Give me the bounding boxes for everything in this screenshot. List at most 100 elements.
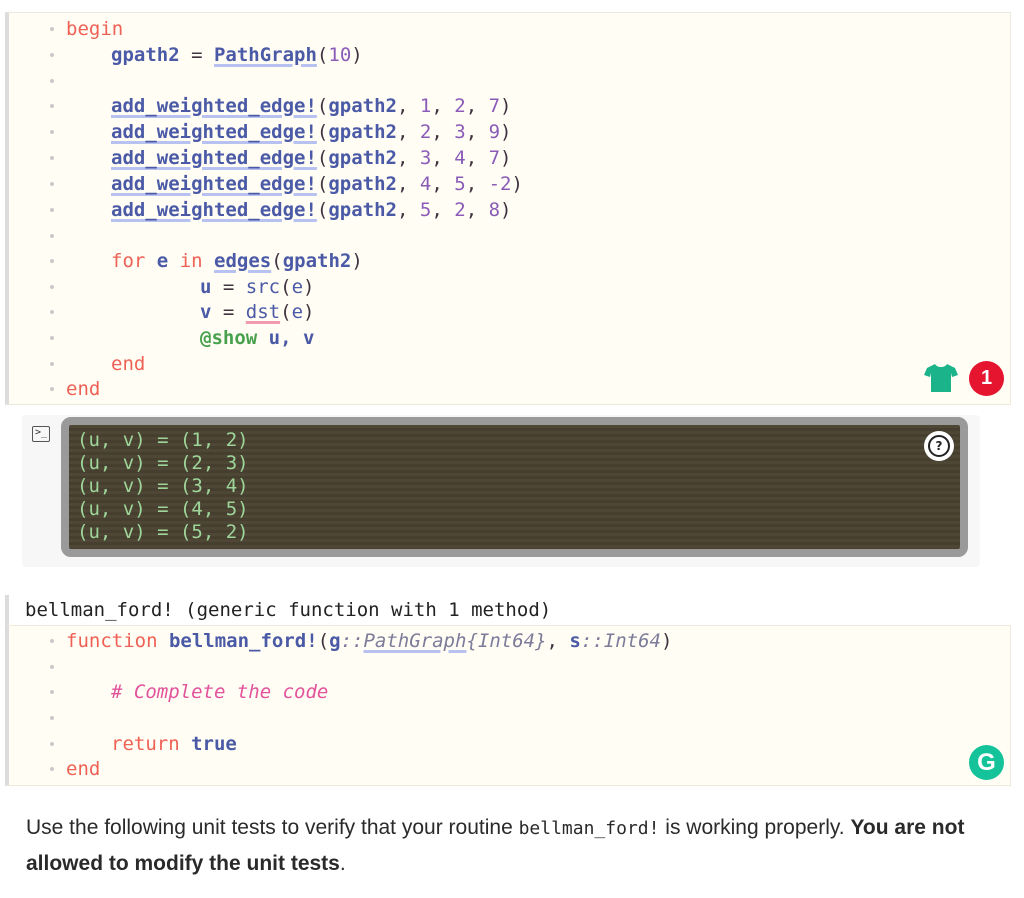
comma: , (465, 95, 489, 117)
comma: , (431, 95, 455, 117)
paren: ) (500, 121, 512, 143)
line-dot (50, 716, 54, 720)
comma: , (397, 147, 420, 169)
terminal-output: (u, v) = (1, 2) (u, v) = (2, 3) (u, v) = (… (61, 417, 968, 557)
paragraph-text: is working properly. (659, 816, 851, 839)
show-macro: @show (200, 327, 258, 349)
paren: ( (317, 630, 330, 652)
code-line: add_weighted_edge!(gpath2, 3, 4, 7) (9, 145, 1010, 171)
line-dot (50, 387, 54, 391)
number: 5 (419, 199, 432, 221)
variable: u, v (268, 327, 315, 349)
dst-link[interactable]: dst (246, 301, 280, 323)
comma: , (546, 630, 570, 652)
pathgraph-link[interactable]: PathGraph (214, 44, 317, 66)
number: 1 (419, 95, 432, 117)
grammarly-icon[interactable]: G (969, 745, 1004, 780)
paragraph-text: . (339, 852, 346, 875)
number: 4 (419, 173, 432, 195)
line-dot (50, 156, 54, 160)
function-name: bellman_ford! (168, 630, 318, 652)
line-dot (50, 259, 54, 263)
line-dot (50, 639, 54, 643)
operator: = (211, 301, 246, 323)
line-dot (50, 208, 54, 212)
notification-badge[interactable]: 1 (969, 361, 1004, 396)
terminal-icon[interactable]: >_ (32, 426, 50, 442)
paren: ( (316, 95, 329, 117)
line-dot (50, 285, 54, 289)
output-line: (u, v) = (3, 4) (77, 475, 249, 497)
line-dot (50, 336, 54, 340)
code-line: for e in edges(gpath2) (9, 248, 1010, 274)
help-button[interactable]: ? (924, 431, 954, 461)
code-line: @show u, v (9, 325, 1010, 351)
paren: ) (500, 95, 512, 117)
paren: ) (351, 250, 363, 272)
add-weighted-edge-link[interactable]: add_weighted_edge! (111, 173, 317, 195)
operator: = (211, 276, 246, 298)
comma: , (465, 147, 489, 169)
line-dot (50, 79, 54, 83)
number: 2 (419, 121, 432, 143)
number: 4 (454, 147, 466, 169)
type-param: {Int64} (466, 630, 547, 652)
number: 2 (454, 199, 466, 221)
line-dot (50, 234, 54, 238)
line-dot (50, 690, 54, 694)
paren: ) (303, 276, 315, 298)
variable: gpath2 (328, 173, 397, 195)
code-cell-2[interactable]: function bellman_ford!(g::PathGraph{Int6… (5, 625, 1011, 786)
edges-link[interactable]: edges (214, 250, 271, 272)
number: -2 (488, 173, 512, 195)
comma: , (465, 199, 489, 221)
add-weighted-edge-link[interactable]: add_weighted_edge! (111, 121, 317, 143)
paragraph-text: Use the following unit tests to verify t… (26, 816, 519, 839)
variable: gpath2 (328, 95, 397, 117)
code-line: add_weighted_edge!(gpath2, 2, 3, 9) (9, 119, 1010, 145)
output-line: (u, v) = (4, 5) (77, 498, 249, 520)
line-dot (50, 742, 54, 746)
line-dot (50, 53, 54, 57)
number: 7 (488, 147, 501, 169)
comma: , (431, 121, 455, 143)
function-signature-output: bellman_ford! (generic function with 1 m… (5, 595, 1011, 625)
code-line: add_weighted_edge!(gpath2, 5, 2, 8) (9, 197, 1010, 223)
comma: , (465, 121, 489, 143)
param: g (329, 630, 341, 652)
code-line: function bellman_ford!(g::PathGraph{Int6… (9, 628, 1010, 654)
function-keyword: function (66, 630, 158, 652)
line-dot (50, 130, 54, 134)
shirt-icon[interactable] (924, 363, 958, 393)
return-keyword: return (111, 733, 180, 755)
line-dot (50, 362, 54, 366)
variable: gpath2 (328, 199, 397, 221)
add-weighted-edge-link[interactable]: add_weighted_edge! (111, 95, 317, 117)
code-line: add_weighted_edge!(gpath2, 1, 2, 7) (9, 93, 1010, 119)
begin-keyword: begin (66, 18, 124, 40)
paren: ) (500, 147, 512, 169)
comma: , (397, 173, 420, 195)
add-weighted-edge-link[interactable]: add_weighted_edge! (111, 199, 317, 221)
code-cell-1[interactable]: begin gpath2 = PathGraph(10) add_weighte… (5, 12, 1011, 405)
line-dot (50, 182, 54, 186)
output-line: (u, v) = (5, 2) (77, 521, 249, 543)
question-icon: ? (928, 435, 950, 457)
line-dot (50, 767, 54, 771)
add-weighted-edge-link[interactable]: add_weighted_edge! (111, 147, 317, 169)
code-line (9, 705, 1010, 731)
output-line: (u, v) = (2, 3) (77, 452, 249, 474)
function-call: src (245, 276, 281, 298)
paren: ( (316, 173, 329, 195)
paren: ) (303, 301, 315, 323)
type-sep: :: (340, 630, 364, 652)
code-line (9, 654, 1010, 680)
pathgraph-type-link[interactable]: PathGraph (363, 630, 466, 652)
paren: ( (316, 121, 329, 143)
paren: ) (660, 630, 673, 652)
paren: ) (511, 173, 523, 195)
number: 3 (419, 147, 432, 169)
comma: , (465, 173, 489, 195)
variable: gpath2 (328, 121, 397, 143)
code-line: end (9, 376, 1010, 402)
